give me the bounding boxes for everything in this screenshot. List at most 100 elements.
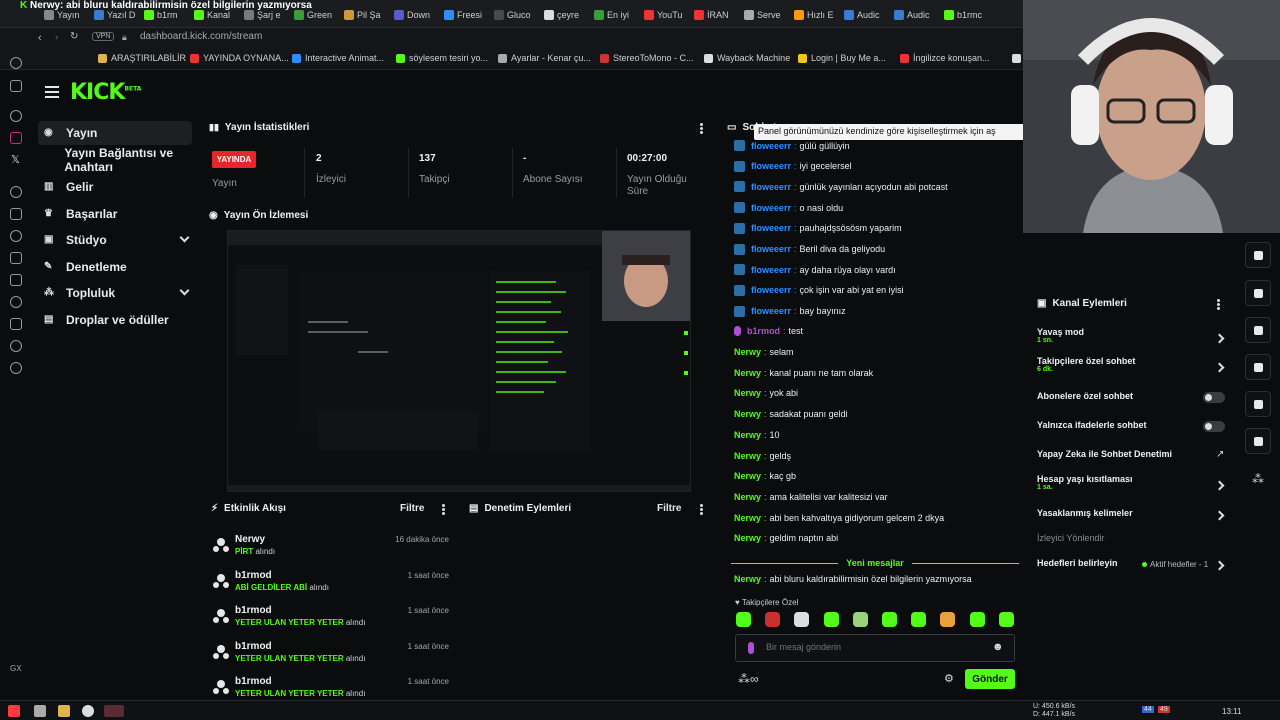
chat-username[interactable]: floweeerr	[751, 223, 791, 233]
messenger-icon[interactable]	[10, 57, 22, 69]
emote-icon[interactable]	[911, 612, 927, 627]
extensions-icon[interactable]	[10, 208, 22, 220]
activity-filter-button[interactable]: Filtre	[400, 503, 424, 514]
activity-username[interactable]: Nerwy	[235, 534, 265, 545]
activity-username[interactable]: b1rmod	[235, 641, 272, 652]
emote-icon[interactable]	[882, 612, 897, 627]
tray-badge[interactable]: 44	[1142, 706, 1154, 713]
sidebar-item-2[interactable]: Yayın Bağlantısı ve Anahtarı	[38, 146, 202, 174]
cube-icon[interactable]	[10, 274, 22, 286]
chevron-down-icon[interactable]	[179, 232, 190, 243]
sidebar-item-7[interactable]: ⁂ Topluluk	[38, 281, 192, 305]
chat-username[interactable]: Nerwy	[734, 471, 761, 481]
heart-icon[interactable]	[10, 230, 22, 242]
bolt-tool-icon[interactable]	[1245, 242, 1271, 268]
browser-tab[interactable]: Serve	[744, 6, 791, 24]
settings-gear-icon[interactable]: ⚙︎	[944, 672, 954, 685]
start-icon[interactable]	[8, 705, 20, 717]
sidebar-item-6[interactable]: ✎ Denetleme	[38, 255, 192, 279]
bookmark-item[interactable]: Interactive Animat...	[292, 53, 384, 63]
toggle-switch[interactable]	[1203, 392, 1225, 403]
chat-username[interactable]: floweeerr	[751, 141, 791, 151]
browser-tab[interactable]: Gluco	[494, 6, 541, 24]
toggle-switch[interactable]	[1203, 421, 1225, 432]
stream-preview[interactable]	[227, 230, 691, 492]
bookmark-item[interactable]: Login | Buy Me a...	[798, 53, 886, 63]
bookmark-item[interactable]: ARAŞTIRILABİLİR	[98, 53, 186, 63]
channel-action-item[interactable]: Yavaş mod 1 sn.	[1037, 327, 1227, 344]
moderation-filter-button[interactable]: Filtre	[657, 503, 681, 514]
chat-username[interactable]: Nerwy	[734, 388, 761, 398]
sidebar-item-1[interactable]: ◉ Yayın	[38, 121, 192, 145]
stats-menu-icon[interactable]	[700, 123, 703, 134]
browser-tab[interactable]: Down	[394, 6, 441, 24]
document-tool-icon[interactable]	[1245, 280, 1271, 306]
emoji-icon[interactable]: ☻	[992, 641, 1004, 653]
chat-username[interactable]: Nerwy	[734, 368, 761, 378]
emote-icon[interactable]	[736, 612, 751, 627]
bookmark-item[interactable]: YAYINDA OYNANA...	[190, 53, 289, 63]
browser-tab[interactable]: Freesi	[444, 6, 491, 24]
send-button[interactable]: Gönder	[965, 669, 1015, 689]
chat-username[interactable]: floweeerr	[751, 306, 791, 316]
browser-tab[interactable]: Hızlı E	[794, 6, 841, 24]
browser-tab[interactable]: Audic	[894, 6, 941, 24]
channel-action-item[interactable]: İzleyici Yönlendir	[1037, 533, 1227, 543]
chat-username[interactable]: Nerwy	[734, 451, 761, 461]
chat-username[interactable]: floweeerr	[751, 182, 791, 192]
sidebar-item-3[interactable]: ▥ Gelir	[38, 175, 192, 199]
emote-icon[interactable]	[969, 612, 985, 627]
back-icon[interactable]: ‹	[38, 32, 42, 44]
emote-icon[interactable]	[852, 612, 868, 627]
settings-icon[interactable]	[10, 110, 22, 122]
gear-icon[interactable]	[10, 362, 22, 374]
sidebar-item-5[interactable]: ▣ Stüdyo	[38, 228, 192, 252]
forward-icon[interactable]: ›	[55, 32, 58, 43]
chevron-down-icon[interactable]	[179, 285, 190, 296]
chat-tool-icon[interactable]	[1245, 317, 1271, 343]
bookmark-item[interactable]: StereoToMono - C...	[600, 53, 694, 63]
notification-icon[interactable]	[10, 80, 22, 92]
emote-icon[interactable]	[998, 612, 1014, 627]
chat-username[interactable]: Nerwy	[734, 430, 761, 440]
chat-username[interactable]: Nerwy	[734, 533, 761, 543]
browser-tab[interactable]: Audic	[844, 6, 891, 24]
x-icon[interactable]: 𝕏	[11, 153, 20, 166]
channel-action-item[interactable]: Abonelere özel sohbet	[1037, 391, 1227, 401]
infinity-icon[interactable]: ⁂∞	[738, 672, 759, 686]
browser-tab[interactable]: Pil Şa	[344, 6, 391, 24]
chat-username[interactable]: floweeerr	[751, 203, 791, 213]
download-icon[interactable]	[10, 318, 22, 330]
chat-username[interactable]: floweeerr	[751, 244, 791, 254]
channel-action-item[interactable]: Yalnızca ifadelerle sohbet	[1037, 420, 1227, 430]
browser-tab[interactable]: YouTu	[644, 6, 691, 24]
broadcast-tool-icon[interactable]	[1245, 354, 1271, 380]
chat-username[interactable]: b1rmod	[747, 326, 780, 336]
browser-tab[interactable]: çeyre	[544, 6, 591, 24]
sync-icon[interactable]	[10, 340, 22, 352]
external-link-icon[interactable]: ↗	[1216, 449, 1224, 460]
bookmark-item[interactable]: Ayarlar - Kenar çu...	[498, 53, 591, 63]
sidebar-item-8[interactable]: ▤ Droplar ve ödüller	[38, 308, 192, 332]
bookmark-item[interactable]: Wayback Machine	[704, 53, 790, 63]
folder-icon[interactable]	[58, 705, 70, 717]
tray-badge[interactable]: 49	[1158, 706, 1170, 713]
activity-username[interactable]: b1rmod	[235, 570, 272, 581]
url-field[interactable]: dashboard.kick.com/stream	[140, 31, 262, 42]
emote-icon[interactable]	[794, 612, 810, 627]
chat-username[interactable]: Nerwy	[734, 513, 761, 523]
chat-username[interactable]: floweeerr	[751, 161, 791, 171]
activity-username[interactable]: b1rmod	[235, 605, 272, 616]
chat-username[interactable]: Nerwy	[734, 492, 761, 502]
search-icon[interactable]	[34, 705, 46, 717]
browser-tab[interactable]: b1rmc	[944, 6, 991, 24]
instagram-icon[interactable]	[10, 132, 22, 144]
channel-action-item[interactable]: Takipçilere özel sohbet 6 dk.	[1037, 356, 1227, 373]
chat-username[interactable]: Nerwy	[734, 347, 761, 357]
channel-action-item[interactable]: Yapay Zeka ile Sohbet Denetimi	[1037, 449, 1227, 459]
browser-tab[interactable]: En iyi	[594, 6, 641, 24]
emote-icon[interactable]	[765, 612, 781, 627]
community-tool-icon[interactable]: ⁂	[1252, 472, 1264, 486]
layout-tool-icon[interactable]	[1245, 391, 1271, 417]
sidebar-item-4[interactable]: ♛ Başarılar	[38, 202, 192, 226]
